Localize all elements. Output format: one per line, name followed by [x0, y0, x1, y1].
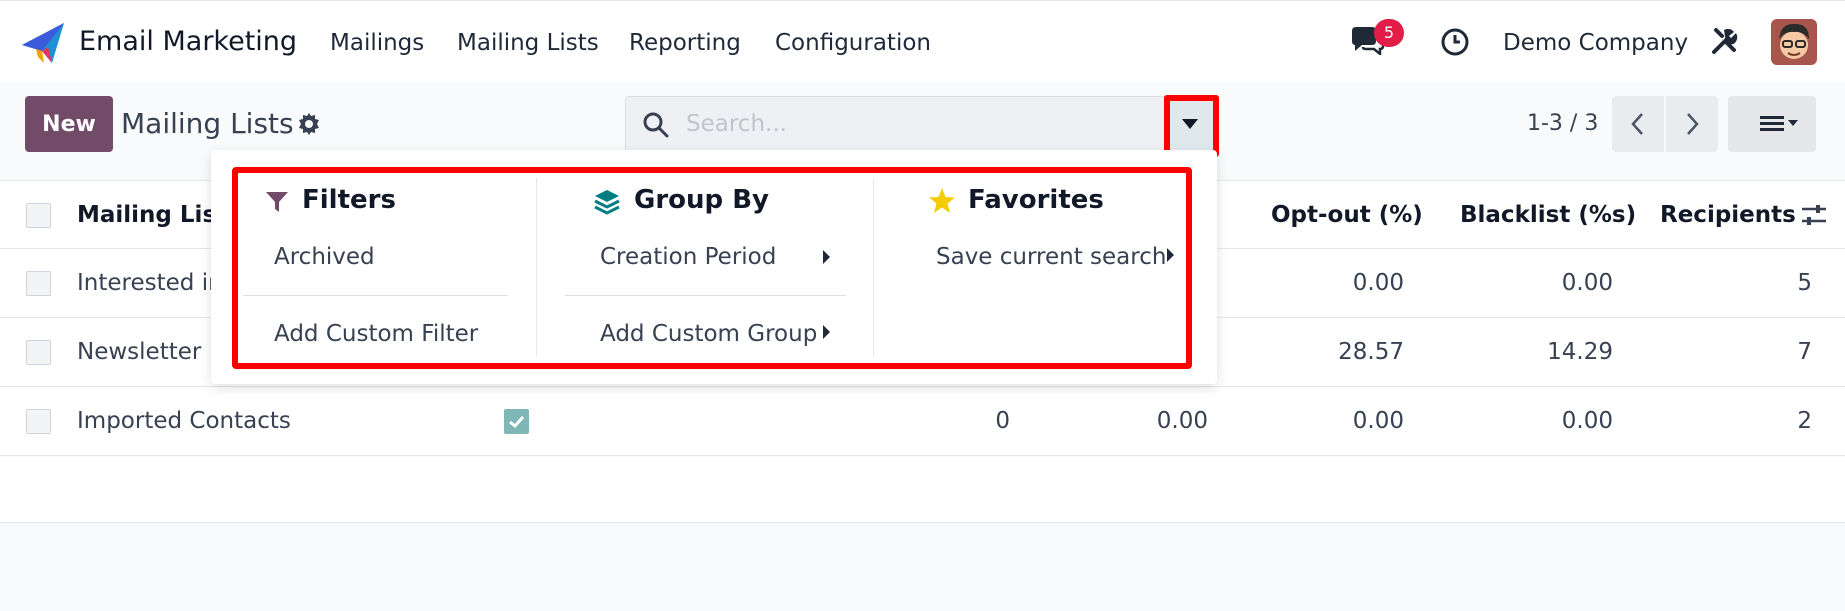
optional-columns-icon[interactable] — [1801, 203, 1827, 227]
column-recipients[interactable]: Recipients — [1660, 181, 1796, 249]
avatar[interactable] — [1771, 19, 1817, 65]
search-input[interactable] — [686, 97, 1146, 151]
pager-previous-button[interactable] — [1612, 96, 1664, 152]
row-blacklist: 14.29 — [1547, 339, 1613, 365]
search-toggle-highlight — [1164, 95, 1219, 157]
notification-badge: 5 — [1374, 19, 1404, 47]
row-name[interactable]: Imported Contacts — [77, 387, 291, 455]
row-col-b: 0.00 — [1156, 408, 1208, 434]
paper-plane-logo[interactable] — [22, 23, 64, 63]
row-recipients: 2 — [1797, 408, 1812, 434]
search-bar[interactable] — [625, 96, 1165, 152]
new-button[interactable]: New — [25, 96, 113, 152]
app-title[interactable]: Email Marketing — [79, 23, 297, 61]
row-name[interactable]: Interested in — [77, 249, 223, 317]
pager-next-button[interactable] — [1666, 96, 1718, 152]
list-view-icon — [1760, 116, 1798, 131]
row-blacklist: 0.00 — [1561, 270, 1613, 296]
search-icon — [643, 112, 669, 138]
row-checkbox[interactable] — [26, 340, 51, 365]
chevron-left-icon — [1631, 113, 1643, 135]
dropdown-highlight — [232, 167, 1192, 369]
menu-mailings[interactable]: Mailings — [330, 27, 424, 59]
row-checkbox[interactable] — [26, 271, 51, 296]
row-name[interactable]: Newsletter — [77, 318, 201, 386]
row-recipients: 7 — [1797, 339, 1812, 365]
clock-icon[interactable] — [1440, 27, 1470, 57]
row-checkbox[interactable] — [26, 409, 51, 434]
chevron-right-icon — [1687, 113, 1699, 135]
tools-icon[interactable] — [1710, 26, 1740, 56]
row-recipients: 5 — [1797, 270, 1812, 296]
column-mailing-list[interactable]: Mailing List — [77, 181, 227, 249]
empty-row — [0, 457, 1845, 523]
top-navbar: Email Marketing Mailings Mailing Lists R… — [0, 0, 1845, 82]
company-switcher[interactable]: Demo Company — [1503, 27, 1688, 59]
table-row[interactable]: Imported Contacts 0 0.00 0.00 0.00 2 — [0, 387, 1845, 456]
menu-mailing-lists[interactable]: Mailing Lists — [457, 27, 599, 59]
pager-value[interactable]: 1-3 / 3 — [1527, 108, 1598, 140]
row-col-a: 0 — [995, 408, 1010, 434]
menu-reporting[interactable]: Reporting — [629, 27, 741, 59]
select-all-checkbox[interactable] — [26, 203, 51, 228]
check-icon — [509, 416, 525, 429]
page-title: Mailing Lists — [121, 107, 294, 140]
column-blacklist[interactable]: Blacklist (%s) — [1460, 181, 1636, 249]
menu-configuration[interactable]: Configuration — [775, 27, 931, 59]
gear-icon[interactable] — [297, 112, 321, 136]
row-blacklist: 0.00 — [1561, 408, 1613, 434]
column-opt-out[interactable]: Opt-out (%) — [1271, 181, 1423, 249]
public-checkbox-checked — [504, 409, 529, 434]
row-optout: 28.57 — [1338, 339, 1404, 365]
view-switcher-button[interactable] — [1728, 96, 1816, 152]
row-optout: 0.00 — [1352, 270, 1404, 296]
row-optout: 0.00 — [1352, 408, 1404, 434]
